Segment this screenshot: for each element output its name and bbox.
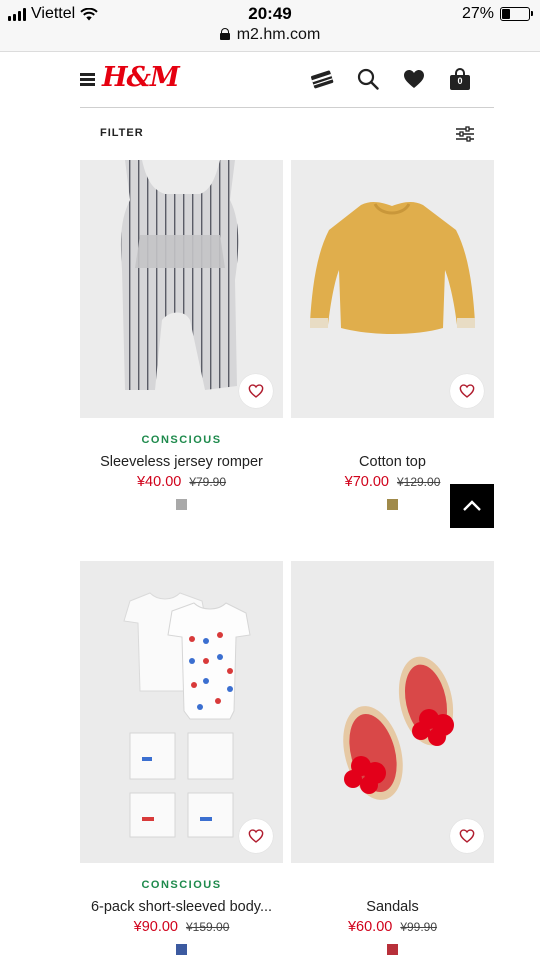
product-info: Sandals ¥60.00 ¥99.90 (291, 879, 494, 955)
status-right: 27% (461, 5, 533, 23)
heart-icon[interactable] (402, 67, 426, 91)
header-actions: 0 (310, 67, 472, 91)
favorite-button[interactable] (239, 819, 273, 853)
bag-count: 0 (457, 76, 463, 86)
product-card[interactable]: Sandals ¥60.00 ¥99.90 (291, 561, 494, 955)
chevron-up-icon (463, 500, 481, 511)
filter-bar: FILTER (80, 108, 494, 160)
color-swatch[interactable] (387, 944, 398, 955)
color-swatch[interactable] (176, 499, 187, 510)
address-bar[interactable]: m2.hm.com (0, 26, 540, 44)
original-price: ¥159.00 (185, 920, 230, 934)
filter-button[interactable]: FILTER (100, 127, 144, 139)
original-price: ¥99.90 (400, 920, 438, 934)
hm-logo[interactable]: H&M (102, 62, 180, 93)
conscious-tag: CONSCIOUS (141, 434, 222, 446)
product-image-cotton-top[interactable] (291, 160, 494, 418)
favorite-button[interactable] (239, 374, 273, 408)
filter-sliders-icon[interactable] (456, 126, 474, 142)
favorite-button[interactable] (450, 819, 484, 853)
sale-price: ¥60.00 (347, 919, 393, 935)
browser-status-bar: Viettel 20:49 27% m2.hm.com (0, 0, 540, 52)
sale-price: ¥40.00 (136, 474, 182, 490)
product-image-sandals[interactable] (291, 561, 494, 863)
product-card[interactable]: Cotton top ¥70.00 ¥129.00 (291, 160, 494, 510)
product-info: CONSCIOUS 6-pack short-sleeved body... ¥… (80, 879, 283, 955)
product-price: ¥90.00 ¥159.00 (80, 919, 283, 935)
conscious-tag: CONSCIOUS (141, 879, 222, 891)
original-price: ¥129.00 (396, 475, 441, 489)
conscious-tag (291, 434, 494, 448)
heart-outline-icon (248, 384, 264, 398)
color-swatch[interactable] (387, 499, 398, 510)
battery-level (502, 9, 510, 19)
url-text: m2.hm.com (236, 26, 321, 43)
battery-percent: 27% (461, 5, 494, 22)
card-icon[interactable] (310, 67, 334, 91)
product-card[interactable]: CONSCIOUS Sleeveless jersey romper ¥40.0… (80, 160, 283, 510)
product-info: CONSCIOUS Sleeveless jersey romper ¥40.0… (80, 434, 283, 510)
product-name[interactable]: Sleeveless jersey romper (80, 454, 283, 470)
heart-outline-icon (459, 384, 475, 398)
lock-icon (219, 28, 230, 40)
product-image-bodysuits[interactable] (80, 561, 283, 863)
sale-price: ¥90.00 (133, 919, 178, 935)
product-price: ¥60.00 ¥99.90 (291, 919, 494, 935)
product-image-romper[interactable] (80, 160, 283, 418)
product-name[interactable]: Sandals (291, 899, 494, 915)
product-name[interactable]: 6-pack short-sleeved body... (80, 899, 283, 915)
product-price: ¥40.00 ¥79.90 (80, 474, 283, 490)
sale-price: ¥70.00 (344, 474, 389, 490)
clock: 20:49 (248, 4, 292, 23)
color-swatch[interactable] (176, 944, 187, 955)
conscious-tag (291, 879, 494, 893)
product-name[interactable]: Cotton top (291, 454, 494, 470)
battery-icon (500, 7, 533, 21)
heart-outline-icon (459, 829, 475, 843)
back-to-top-button[interactable] (450, 484, 494, 528)
product-card[interactable]: CONSCIOUS 6-pack short-sleeved body... ¥… (80, 561, 283, 955)
site-header: H&M 0 (80, 52, 494, 108)
original-price: ¥79.90 (189, 475, 227, 489)
bag-icon[interactable]: 0 (448, 67, 472, 91)
heart-outline-icon (248, 829, 264, 843)
favorite-button[interactable] (450, 374, 484, 408)
menu-icon[interactable] (80, 73, 95, 86)
search-icon[interactable] (356, 67, 380, 91)
